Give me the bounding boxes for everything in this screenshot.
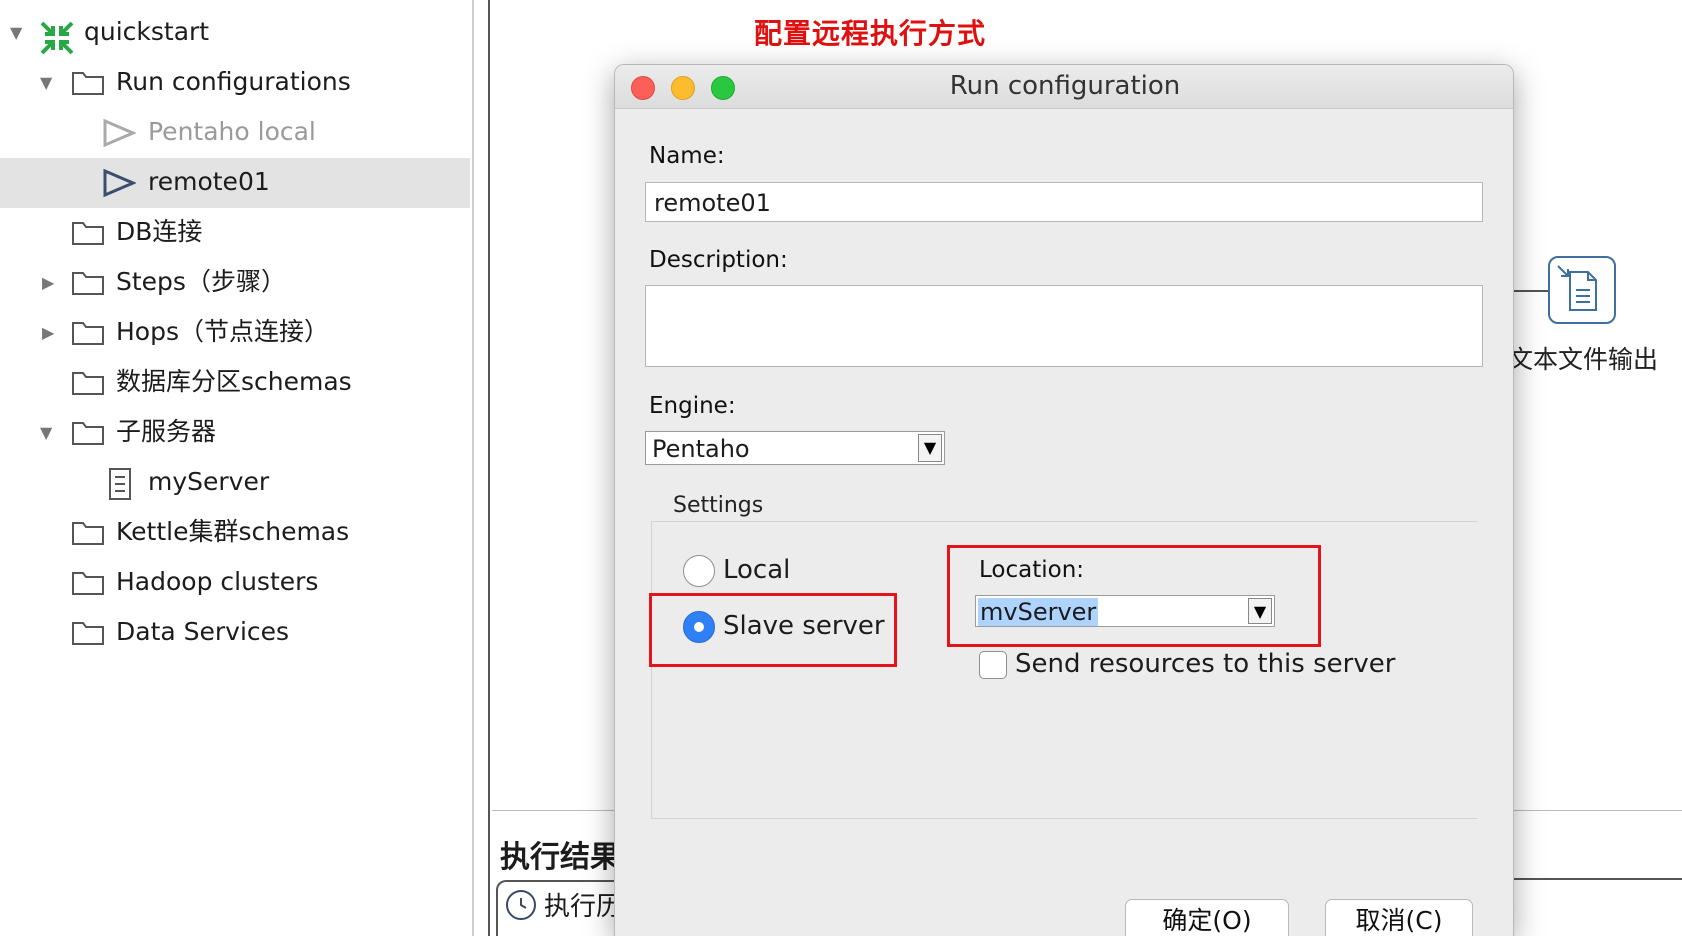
step-label: 文本文件输出 <box>1508 345 1659 374</box>
folder-icon <box>72 622 104 645</box>
tree-item-label: Hadoop clusters <box>116 567 319 596</box>
tab-label: 执行历 <box>544 892 623 922</box>
send-resources-label[interactable]: Send resources to this server <box>1015 649 1395 679</box>
engine-value: Pentaho <box>652 435 750 463</box>
tree-item-partition-schemas[interactable]: 数据库分区schemas <box>0 358 470 408</box>
tree-item-db-connections[interactable]: DB连接 <box>0 208 470 258</box>
tree-item-label: Steps（步骤） <box>116 267 286 296</box>
location-select[interactable]: mvServer ▼ <box>975 595 1275 627</box>
repository-tree: ▼ quickstart ▼ Run configurations Pentah… <box>0 0 470 936</box>
tree-item-steps[interactable]: ▶ Steps（步骤） <box>0 258 470 308</box>
engine-label: Engine: <box>649 393 736 419</box>
tree-item-label: 数据库分区schemas <box>116 367 352 396</box>
tree-item-label: Run configurations <box>116 67 351 96</box>
ok-button[interactable]: 确定(O) <box>1125 899 1289 936</box>
play-icon <box>103 168 136 198</box>
play-icon <box>103 118 136 148</box>
tree-item-label: 子服务器 <box>116 417 217 446</box>
settings-label: Settings <box>673 493 764 518</box>
tree-item-label: Pentaho local <box>148 117 316 146</box>
tree-item-data-services[interactable]: Data Services <box>0 608 470 658</box>
execution-results-title: 执行结果 <box>500 840 620 875</box>
folder-icon <box>72 272 104 295</box>
slave-server-label[interactable]: Slave server <box>723 611 885 641</box>
tree-item-remote01[interactable]: remote01 <box>0 158 470 208</box>
canvas-border <box>488 0 490 936</box>
chevron-down-icon[interactable]: ▼ <box>40 425 52 441</box>
chevron-down-icon[interactable]: ▼ <box>918 434 942 462</box>
location-label: Location: <box>979 557 1085 583</box>
hop-connector[interactable] <box>1514 290 1548 292</box>
tree-root-label: quickstart <box>84 17 210 46</box>
description-field[interactable] <box>645 285 1483 367</box>
tree-item-label: Kettle集群schemas <box>116 517 350 546</box>
tree-item-cluster-schemas[interactable]: Kettle集群schemas <box>0 508 470 558</box>
tree-item-run-configurations[interactable]: ▼ Run configurations <box>0 58 470 108</box>
local-radio[interactable] <box>683 555 715 587</box>
location-value: mvServer <box>978 598 1099 626</box>
dialog-titlebar[interactable]: Run configuration <box>615 65 1513 109</box>
tree-item-pentaho-local[interactable]: Pentaho local <box>0 108 470 158</box>
folder-icon <box>72 422 104 445</box>
tree-item-hops[interactable]: ▶ Hops（节点连接） <box>0 308 470 358</box>
folder-icon <box>72 372 104 395</box>
kettle-logo-icon <box>40 21 74 55</box>
engine-select[interactable]: Pentaho ▼ <box>645 431 945 465</box>
server-icon <box>109 468 131 500</box>
folder-icon <box>72 222 104 245</box>
name-label: Name: <box>649 143 725 169</box>
slave-server-radio[interactable] <box>683 611 715 643</box>
folder-icon <box>72 72 104 95</box>
tree-item-label: DB连接 <box>116 217 203 246</box>
name-field[interactable]: remote01 <box>645 182 1483 222</box>
panel-splitter[interactable] <box>472 0 474 936</box>
tab-strip-line <box>1512 878 1682 880</box>
folder-icon <box>72 572 104 595</box>
cancel-button[interactable]: 取消(C) <box>1325 899 1473 936</box>
chevron-right-icon[interactable]: ▶ <box>42 325 54 341</box>
tree-item-myserver[interactable]: myServer <box>0 458 470 508</box>
folder-icon <box>72 322 104 345</box>
tree-item-label: remote01 <box>148 167 270 196</box>
send-resources-checkbox[interactable] <box>979 651 1007 679</box>
chevron-right-icon[interactable]: ▶ <box>42 275 54 291</box>
chevron-down-icon[interactable]: ▼ <box>10 25 22 41</box>
annotation-text: 配置远程执行方式 <box>754 17 987 50</box>
description-label: Description: <box>649 247 788 273</box>
text-file-output-icon[interactable] <box>1548 256 1616 324</box>
tree-item-slave-servers[interactable]: ▼ 子服务器 <box>0 408 470 458</box>
tree-item-hadoop-clusters[interactable]: Hadoop clusters <box>0 558 470 608</box>
chevron-down-icon[interactable]: ▼ <box>1248 598 1272 624</box>
run-configuration-dialog: Run configuration Name: remote01 Descrip… <box>614 64 1514 936</box>
tree-item-label: myServer <box>148 467 270 496</box>
tree-item-label: Hops（节点连接） <box>116 317 329 346</box>
chevron-down-icon[interactable]: ▼ <box>40 75 52 91</box>
folder-icon <box>72 522 104 545</box>
tree-root-quickstart[interactable]: ▼ quickstart <box>0 8 470 58</box>
history-icon <box>506 890 536 920</box>
dialog-title: Run configuration <box>949 71 1181 101</box>
tree-item-label: Data Services <box>116 617 290 646</box>
local-label[interactable]: Local <box>723 555 790 585</box>
